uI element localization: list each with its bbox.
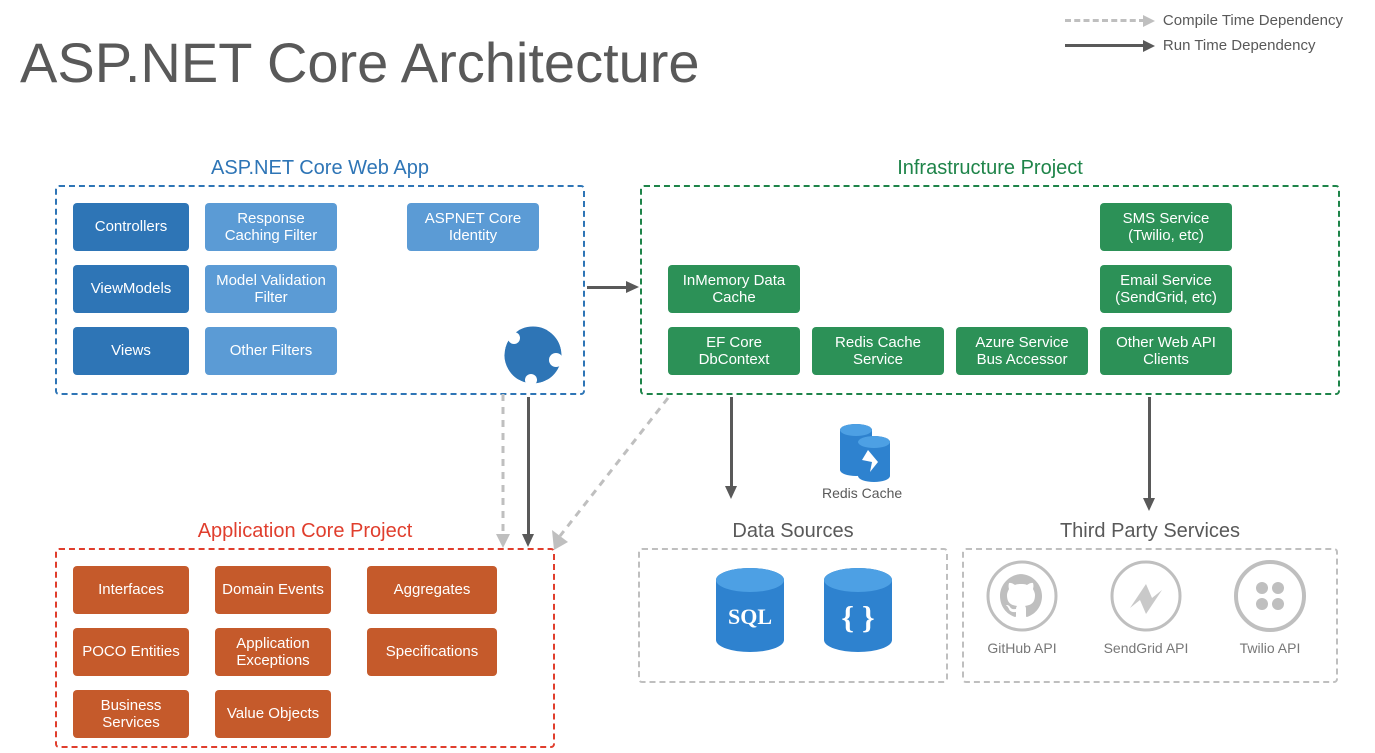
box-other-web-api-clients: Other Web API Clients (1100, 327, 1232, 375)
box-poco-entities: POCO Entities (73, 628, 189, 676)
github-icon (986, 560, 1058, 632)
arrow-webapp-to-appcore-runtime (527, 397, 530, 535)
azure-app-service-icon (498, 320, 568, 390)
twilio-icon (1234, 560, 1306, 632)
box-viewmodels: ViewModels (73, 265, 189, 313)
box-redis-cache: Redis Cache Service (812, 327, 944, 375)
container-appcore: Application Core Project Interfaces POCO… (55, 548, 555, 748)
legend: Compile Time Dependency Run Time Depende… (1065, 12, 1343, 62)
legend-runtime-label: Run Time Dependency (1163, 37, 1316, 54)
container-infra: Infrastructure Project InMemory Data Cac… (640, 185, 1340, 395)
arrow-webapp-to-appcore-compile (488, 394, 518, 550)
svg-text:{ }: { } (841, 599, 874, 635)
arrow-infra-to-thirdparty (1148, 397, 1151, 499)
redis-cache-label: Redis Cache (822, 485, 902, 501)
box-model-validation-filter: Model Validation Filter (205, 265, 337, 313)
redis-cache-icon (838, 420, 892, 484)
box-ef-dbcontext: EF Core DbContext (668, 327, 800, 375)
sendgrid-icon (1110, 560, 1182, 632)
box-sms-service: SMS Service (Twilio, etc) (1100, 203, 1232, 251)
box-views: Views (73, 327, 189, 375)
container-data-sources: Data Sources (638, 548, 948, 683)
box-aggregates: Aggregates (367, 566, 497, 614)
github-api-label: GitHub API (976, 640, 1068, 656)
cosmos-database-icon: { } (820, 566, 896, 656)
box-aspnet-core-identity: ASPNET Core Identity (407, 203, 539, 251)
solid-arrow-icon (1065, 44, 1145, 47)
box-interfaces: Interfaces (73, 566, 189, 614)
box-email-service: Email Service (SendGrid, etc) (1100, 265, 1232, 313)
legend-compile: Compile Time Dependency (1065, 12, 1343, 29)
container-title-third-party: Third Party Services (964, 520, 1336, 543)
box-app-exceptions: Application Exceptions (215, 628, 331, 676)
arrow-infra-to-appcore-compile (548, 396, 678, 556)
box-azure-service-bus: Azure Service Bus Accessor (956, 327, 1088, 375)
sql-database-icon: SQL (712, 566, 788, 656)
box-response-caching-filter: Response Caching Filter (205, 203, 337, 251)
box-value-objects: Value Objects (215, 690, 331, 738)
diagram-canvas: ASP.NET Core Architecture Compile Time D… (0, 0, 1375, 753)
box-other-filters: Other Filters (205, 327, 337, 375)
twilio-api-label: Twilio API (1226, 640, 1314, 656)
arrow-infra-to-datasources (730, 397, 733, 487)
legend-compile-label: Compile Time Dependency (1163, 12, 1343, 29)
legend-runtime: Run Time Dependency (1065, 37, 1343, 54)
svg-text:SQL: SQL (728, 604, 772, 629)
box-specifications: Specifications (367, 628, 497, 676)
box-domain-events: Domain Events (215, 566, 331, 614)
container-title-webapp: ASP.NET Core Web App (57, 157, 583, 180)
box-business-services: Business Services (73, 690, 189, 738)
container-title-infra: Infrastructure Project (642, 157, 1338, 180)
dashed-arrow-icon (1065, 19, 1145, 22)
container-title-data-sources: Data Sources (640, 520, 946, 543)
arrow-webapp-to-infra (587, 286, 627, 289)
box-inmemory-cache: InMemory Data Cache (668, 265, 800, 313)
sendgrid-api-label: SendGrid API (1096, 640, 1196, 656)
diagram-title: ASP.NET Core Architecture (20, 30, 700, 95)
container-title-appcore: Application Core Project (57, 520, 553, 543)
box-controllers: Controllers (73, 203, 189, 251)
